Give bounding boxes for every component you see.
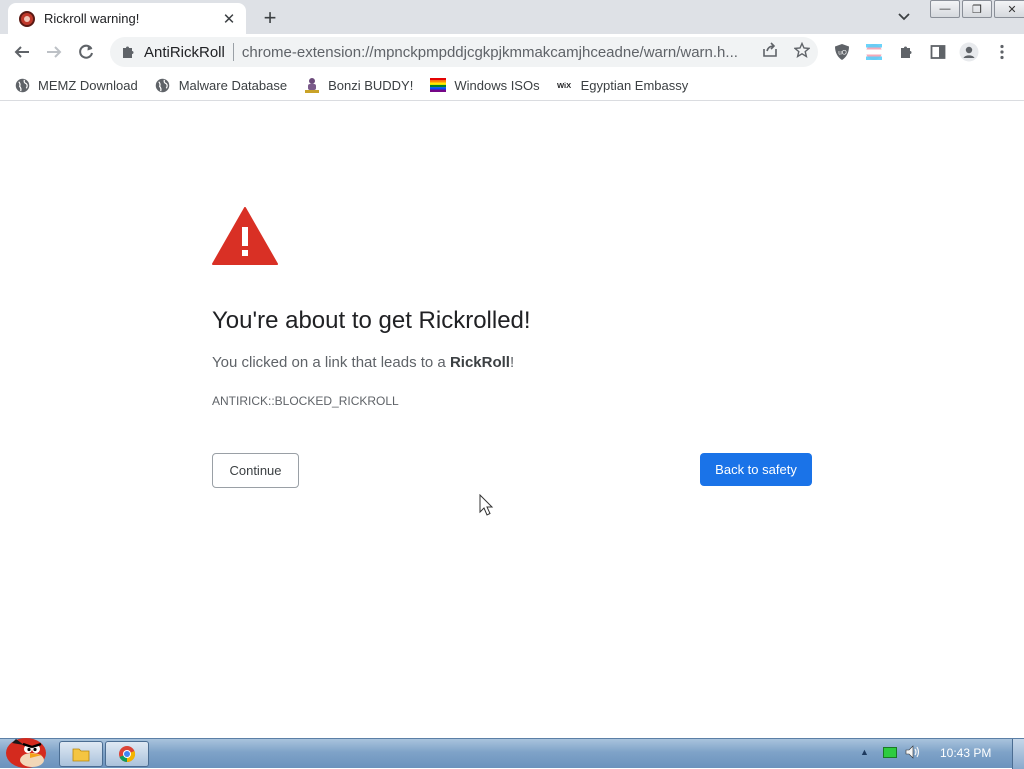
network-icon[interactable] [882,746,897,758]
show-desktop-button[interactable] [1012,739,1024,769]
tab-strip: Rickroll warning! ✕ + — ❐ ✕ [0,0,1024,34]
warning-description: You clicked on a link that leads to a Ri… [212,354,514,371]
mouse-cursor-icon [479,494,494,516]
taskbar-chrome-button[interactable] [105,741,149,767]
bookmark-label: MEMZ Download [38,77,138,93]
bookmark-label: Egyptian Embassy [580,77,689,93]
warning-page: You're about to get Rickrolled! You clic… [0,102,1024,738]
tab-close-icon[interactable]: ✕ [220,10,238,28]
bookmark-windows-isos[interactable]: Windows ISOs [430,77,540,93]
volume-icon[interactable] [905,745,921,759]
bookmark-star-icon[interactable] [792,40,812,60]
description-bold: RickRoll [449,354,510,371]
reload-button[interactable] [73,39,99,65]
puzzle-icon [123,46,134,58]
wix-icon: WiX [557,77,573,93]
flag-extension-icon[interactable] [863,41,885,63]
maximize-button[interactable]: ❐ [962,0,992,18]
system-tray: ▲ [860,745,921,759]
share-icon[interactable] [760,40,780,60]
extension-name: AntiRickRoll [144,43,225,61]
tab-favicon-icon [19,10,35,27]
side-panel-icon[interactable] [927,41,949,63]
taskbar: ▲ 10:43 PM [0,738,1024,769]
menu-kebab-icon[interactable] [991,41,1013,63]
minimize-button[interactable]: — [930,0,960,18]
folder-icon [72,748,90,762]
bookmark-malware-database[interactable]: Malware Database [155,77,287,93]
address-separator [232,43,234,61]
url-text[interactable]: chrome-extension://mpnckpmpddjcgkpjkmmak… [242,44,752,61]
bookmark-label: Bonzi BUDDY! [328,77,414,93]
address-bar[interactable]: AntiRickRoll chrome-extension://mpnckpmp… [110,37,818,67]
bookmarks-bar: MEMZ Download Malware Database Bonzi BUD… [0,70,1024,101]
back-to-safety-button[interactable]: Back to safety [700,453,812,486]
ublock-shield-icon[interactable]: uO [831,41,853,63]
back-button[interactable] [9,39,35,65]
forward-button[interactable] [41,39,67,65]
tab-search-chevron-icon[interactable] [894,7,914,27]
description-suffix: ! [509,354,515,371]
profile-avatar-icon[interactable] [958,41,980,63]
new-tab-button[interactable]: + [258,5,282,30]
taskbar-explorer-button[interactable] [59,741,103,767]
bookmark-egyptian-embassy[interactable]: WiX Egyptian Embassy [557,77,689,93]
bookmark-bonzi-buddy[interactable]: Bonzi BUDDY! [304,77,413,93]
globe-icon [155,77,171,93]
window-controls: — ❐ ✕ [928,0,1024,18]
tab-rickroll-warning[interactable]: Rickroll warning! ✕ [8,3,246,34]
continue-button[interactable]: Continue [212,453,299,488]
forward-arrow-icon [47,46,62,58]
rainbow-flag-icon [430,77,447,93]
svg-text:WiX: WiX [557,81,571,90]
close-window-button[interactable]: ✕ [994,0,1024,18]
back-arrow-icon [14,46,29,58]
svg-text:uO: uO [838,50,847,57]
taskbar-clock[interactable]: 10:43 PM [940,746,991,760]
bookmark-label: Windows ISOs [454,77,540,93]
bookmark-label: Malware Database [178,77,288,93]
tab-title: Rickroll warning! [44,11,140,26]
tray-expand-icon[interactable]: ▲ [860,747,869,757]
browser-toolbar: AntiRickRoll chrome-extension://mpnckpmp… [0,34,1024,70]
bookmark-memz-download[interactable]: MEMZ Download [14,77,138,93]
error-code: ANTIRICK::BLOCKED_RICKROLL [212,394,399,408]
bonzi-icon [304,77,320,93]
chrome-icon [119,746,136,763]
description-prefix: You clicked on a link that leads to a [212,354,450,371]
reload-icon [79,44,93,59]
page-heading: You're about to get Rickrolled! [212,307,531,334]
warning-triangle-icon [212,207,278,265]
start-button-angry-bird-icon[interactable] [2,731,52,769]
globe-icon [14,77,30,93]
extensions-puzzle-icon[interactable] [895,41,917,63]
